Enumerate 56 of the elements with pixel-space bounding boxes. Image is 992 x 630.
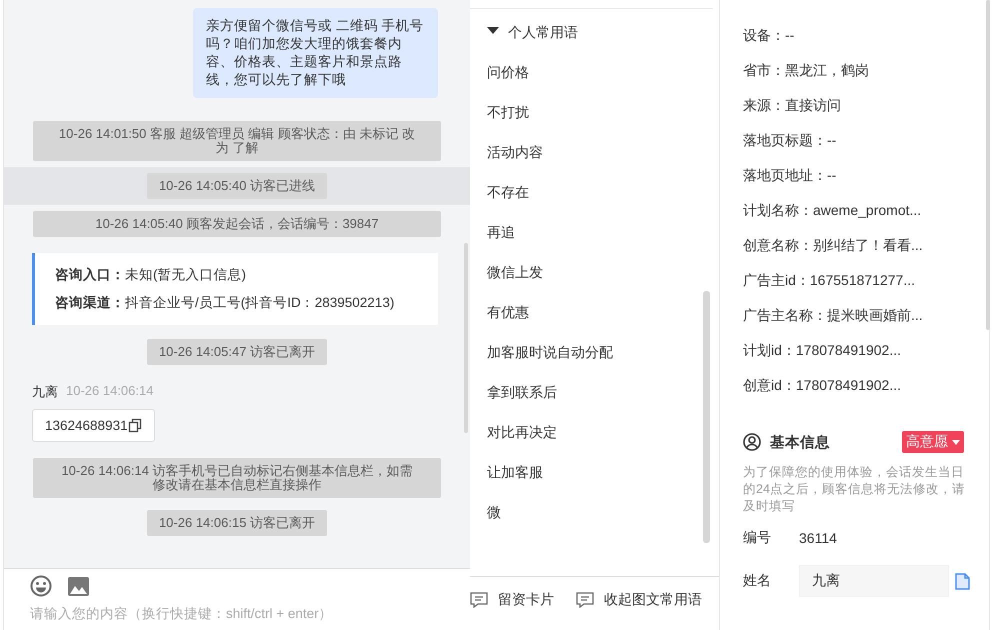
field-label: 姓名 <box>743 572 772 590</box>
source-info-line: 广告主id：167551871277... <box>743 271 916 290</box>
system-message: 10-26 14:06:15 访客已离开 <box>146 510 328 536</box>
emoji-icon[interactable] <box>30 575 52 597</box>
phrase-item[interactable]: 有优惠 <box>487 302 713 342</box>
source-info-line: 创意id：178078491902... <box>743 376 902 395</box>
caret-icon <box>952 440 960 444</box>
phrase-item[interactable]: 对比再决定 <box>487 422 713 462</box>
system-message: 10-26 14:05:47 访客已离开 <box>146 339 328 365</box>
phrase-item[interactable]: 活动内容 <box>487 142 713 182</box>
action-button[interactable]: 留资卡片 <box>470 590 554 608</box>
source-info-line: 广告主名称：提米映画婚前... <box>743 306 924 325</box>
source-info-line: 设备：-- <box>743 26 796 45</box>
phrase-item[interactable]: 微 <box>487 502 713 542</box>
comment-icon <box>576 592 594 608</box>
comment-icon <box>470 592 488 608</box>
source-info-line: 落地页标题：-- <box>743 131 838 150</box>
source-info-line: 来源：直接访问 <box>743 96 842 115</box>
message-time: 10-26 14:06:14 <box>66 383 154 400</box>
user-icon <box>743 433 761 451</box>
phrase-item[interactable]: 不打扰 <box>487 102 713 142</box>
phone-message: 13624688931 <box>32 409 155 442</box>
system-message: 10-26 14:05:40 顾客发起会话，会话编号：39847 <box>33 211 441 237</box>
info-line: 咨询渠道：抖音企业号/员工号(抖音号ID：2839502213) <box>55 294 396 312</box>
phrase-item[interactable]: 再追 <box>487 222 713 262</box>
field-label: 编号 <box>743 529 772 547</box>
visitor-name: 九离 <box>32 383 58 401</box>
intent-dropdown[interactable]: 高意愿 <box>902 431 964 453</box>
phrase-item[interactable]: 问价格 <box>487 62 713 102</box>
name-field[interactable]: 九离 <box>799 565 949 597</box>
chat-bubble: 亲方便留个微信号或 二维码 手机号吗？咱们加您发大理的饿套餐内容、价格表、主题客片和景点路线，您可以先了解下哦 <box>193 8 438 98</box>
phrase-item[interactable]: 让加客服 <box>487 462 713 502</box>
notice-text: 为了保障您的使用体验，会话发生当日的24点之后，顾客信息将无法修改，请及时填写 <box>743 464 966 515</box>
system-message: 10-26 14:05:40 访客已进线 <box>146 173 328 199</box>
scrollbar[interactable] <box>464 243 468 433</box>
phrase-item[interactable]: 微信上发 <box>487 262 713 302</box>
source-info-line: 落地页地址：-- <box>743 166 838 185</box>
phrase-item[interactable]: 不存在 <box>487 182 713 222</box>
image-icon[interactable] <box>68 576 89 596</box>
source-info-line: 创意名称：别纠结了！看看... <box>743 236 924 255</box>
source-info-line: 省市：黑龙江，鹤岗 <box>743 61 870 80</box>
scrollbar[interactable] <box>986 0 990 330</box>
action-button[interactable]: 收起图文常用语 <box>576 590 702 608</box>
scrollbar[interactable] <box>703 291 710 543</box>
info-line: 咨询入口：未知(暂无入口信息) <box>55 266 247 284</box>
phrase-item[interactable]: 加客服时说自动分配 <box>487 342 713 382</box>
phrase-group-label[interactable]: 个人常用语 <box>508 24 578 42</box>
document-icon[interactable] <box>955 572 970 590</box>
field-value: 36114 <box>799 530 837 546</box>
system-message: 10-26 14:01:50 客服 超级管理员 编辑 顾客状态：由 未标记 改为 了解 <box>33 121 441 161</box>
phrase-item[interactable]: 拿到联系后 <box>487 382 713 422</box>
source-info-line: 计划名称：aweme_promot... <box>743 201 922 220</box>
source-info-line: 计划id：178078491902... <box>743 341 902 360</box>
system-message: 10-26 14:06:14 访客手机号已自动标记右侧基本信息栏，如需修改请在基本信息栏直接操作 <box>33 458 441 498</box>
copy-icon[interactable] <box>128 418 142 433</box>
section-title: 基本信息 <box>770 434 831 452</box>
